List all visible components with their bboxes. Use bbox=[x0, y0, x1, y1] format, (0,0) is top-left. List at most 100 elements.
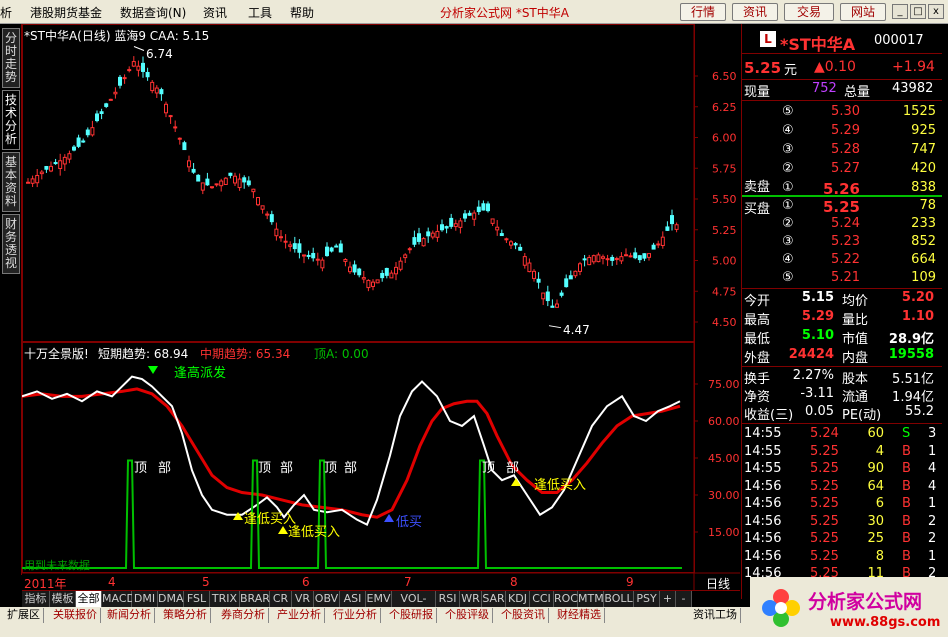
y-axis-ticks: 6.50 6.25 6.00 5.75 5.50 5.25 5.00 4.75 4.50 75.0… bbox=[694, 70, 740, 539]
category-tab[interactable]: 个股资讯 bbox=[498, 608, 549, 623]
indicator-tab[interactable]: BOLL bbox=[604, 591, 634, 607]
indicator-tick-label: 30.00 bbox=[708, 489, 740, 502]
indicator-tab[interactable]: BRAR bbox=[240, 591, 270, 607]
indicator-tab[interactable]: SAR bbox=[482, 591, 506, 607]
candle-body bbox=[113, 91, 118, 95]
indicator-tab[interactable]: OBV bbox=[314, 591, 340, 607]
quote-button[interactable]: 行情 bbox=[680, 3, 726, 21]
indicator-tab[interactable]: CR bbox=[270, 591, 292, 607]
category-tab[interactable]: 策略分析 bbox=[160, 608, 211, 623]
menu-item-hk-futures[interactable]: 港股期货基金 bbox=[30, 4, 102, 21]
minimize-icon[interactable]: _ bbox=[892, 4, 908, 19]
candle-body bbox=[338, 243, 343, 253]
category-tab[interactable]: 关联报价 bbox=[50, 608, 101, 623]
candle-body bbox=[545, 291, 550, 302]
chart-canvas[interactable]: 6.50 6.25 6.00 5.75 5.50 5.25 5.00 4.75 4.50 75.0… bbox=[22, 24, 740, 590]
indicator-tab[interactable]: KDJ bbox=[506, 591, 530, 607]
order-level: ① bbox=[782, 198, 794, 213]
time-label: 6 bbox=[302, 575, 310, 589]
indicator-tab[interactable]: MACD bbox=[102, 591, 135, 607]
indicator-tab[interactable]: PSY bbox=[634, 591, 660, 607]
candle-body bbox=[223, 177, 228, 185]
stat-value: 28.9亿 bbox=[888, 332, 934, 347]
candle-body bbox=[196, 174, 201, 182]
candle-body bbox=[619, 256, 624, 262]
indicator-tab[interactable]: ASI bbox=[340, 591, 366, 607]
indicator-tab[interactable]: VR bbox=[292, 591, 314, 607]
top-a-label: 顶A: 0.00 bbox=[314, 347, 369, 361]
candle-body bbox=[49, 165, 53, 172]
category-tab[interactable]: 财经精选 bbox=[554, 608, 605, 623]
indicator-tab[interactable]: FSL bbox=[184, 591, 210, 607]
candle-body bbox=[58, 160, 63, 169]
tick-volume: 30 bbox=[867, 513, 884, 529]
stat-label: 净资 bbox=[744, 390, 771, 405]
order-price: 5.21 bbox=[831, 270, 860, 285]
category-tab[interactable]: 个股研报 bbox=[386, 608, 437, 623]
candle-body bbox=[421, 238, 426, 247]
candle-body bbox=[320, 259, 325, 269]
indicator-tab[interactable]: WR bbox=[460, 591, 482, 607]
order-level: ⑤ bbox=[782, 104, 794, 119]
category-tab[interactable]: 产业分析 bbox=[274, 608, 325, 623]
price-tick-label: 5.75 bbox=[712, 162, 737, 175]
tab-finance[interactable]: 财务透视 bbox=[2, 214, 20, 274]
indicator-tab[interactable]: 全部 bbox=[76, 591, 102, 607]
stat-value: -3.11 bbox=[800, 386, 834, 401]
menu-item-tools[interactable]: 工具 bbox=[248, 4, 272, 21]
indicator-tab-bar: 指标 模板 全部 MACD DMI DMA FSL TRIX BRAR CR VR OBV ASI EMV… bbox=[22, 590, 740, 620]
maximize-icon[interactable]: □ bbox=[910, 4, 926, 19]
sell-order-row: ① 5.26 838 bbox=[742, 180, 942, 198]
annotation-buy: 低买 bbox=[396, 515, 423, 530]
indicator-tab[interactable]: EMV bbox=[366, 591, 392, 607]
candle-body bbox=[325, 246, 329, 257]
menu-item-analysis[interactable]: 析 bbox=[0, 4, 12, 21]
candle-body bbox=[375, 279, 380, 284]
indicator-tab[interactable]: - bbox=[676, 591, 692, 607]
indicator-tab[interactable]: DMI bbox=[132, 591, 158, 607]
menu-item-news[interactable]: 资讯 bbox=[203, 4, 227, 21]
tick-row: 14:56 5.25 30 B 2 bbox=[742, 514, 942, 532]
news-button[interactable]: 资讯 bbox=[732, 3, 778, 21]
indicator-tab[interactable]: RSI bbox=[436, 591, 460, 607]
indicator-tab[interactable]: + bbox=[660, 591, 676, 607]
buy-marker-icon bbox=[278, 526, 288, 534]
candle-body bbox=[637, 255, 642, 261]
logo-name: 分析家公式网 bbox=[808, 591, 923, 613]
trade-button[interactable]: 交易 bbox=[784, 3, 834, 21]
category-tab[interactable]: 券商分析 bbox=[218, 608, 269, 623]
tab-basic-info[interactable]: 基本资料 bbox=[2, 152, 20, 212]
tab-technical-analysis[interactable]: 技术分析 bbox=[2, 90, 20, 150]
indicator-tab[interactable]: TRIX bbox=[210, 591, 240, 607]
category-tab[interactable]: 新闻分析 bbox=[104, 608, 155, 623]
candle-body bbox=[407, 248, 412, 251]
indicator-tab[interactable]: ROC bbox=[554, 591, 578, 607]
order-level: ③ bbox=[782, 234, 794, 249]
menu-item-help[interactable]: 帮助 bbox=[290, 4, 314, 21]
indicator-tab[interactable]: VOL-TDX bbox=[392, 591, 436, 620]
category-tab[interactable]: 资讯工场 bbox=[690, 608, 741, 623]
chart-area[interactable]: 6.50 6.25 6.00 5.75 5.50 5.25 5.00 4.75 4.50 75.0… bbox=[22, 24, 740, 591]
menu-item-data-query[interactable]: 数据查询(N) bbox=[120, 4, 186, 21]
category-tab[interactable]: 行业分析 bbox=[330, 608, 381, 623]
category-tab[interactable]: 扩展区 bbox=[4, 608, 44, 623]
candle-body bbox=[200, 182, 205, 191]
indicator-tab[interactable]: 模板 bbox=[50, 591, 76, 607]
indicator-tab[interactable]: CCI bbox=[530, 591, 554, 607]
sell-order-row: ③ 5.28 747 bbox=[742, 142, 942, 160]
tick-volume: 90 bbox=[867, 461, 884, 476]
candle-body bbox=[384, 267, 389, 276]
category-tab[interactable]: 个股评级 bbox=[442, 608, 493, 623]
tab-intraday[interactable]: 分时走势 bbox=[2, 28, 20, 88]
stat-value: 5.29 bbox=[801, 309, 834, 324]
indicator-tab[interactable]: 指标 bbox=[22, 591, 50, 607]
stat-label: PE(动) bbox=[842, 408, 882, 423]
stat-label: 内盘 bbox=[842, 351, 869, 366]
tick-count: 2 bbox=[928, 531, 937, 546]
website-button[interactable]: 网站 bbox=[840, 3, 886, 21]
indicator-tab[interactable]: DMA bbox=[158, 591, 184, 607]
candle-body bbox=[108, 98, 113, 101]
indicator-tab[interactable]: MTM bbox=[578, 591, 604, 607]
close-icon[interactable]: x bbox=[928, 4, 944, 19]
candle-body bbox=[44, 166, 49, 170]
